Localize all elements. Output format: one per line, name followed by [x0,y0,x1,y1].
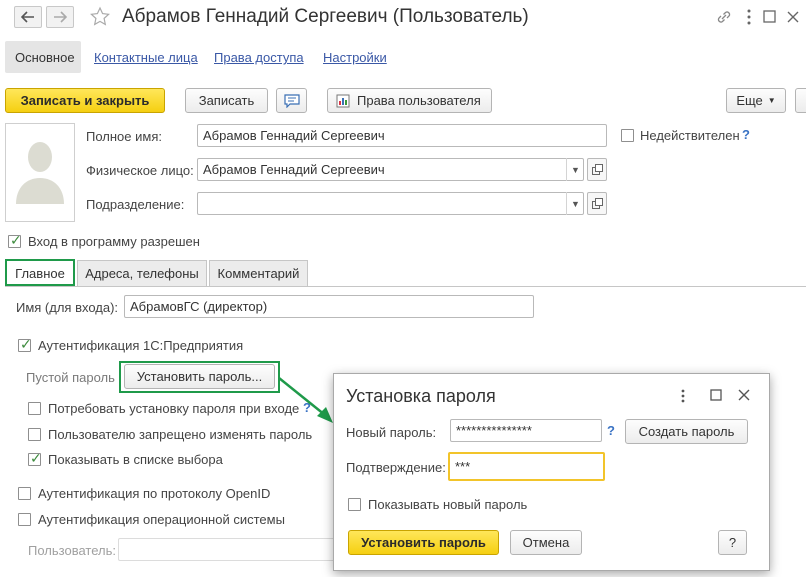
close-icon [787,11,799,23]
forward-button[interactable] [46,6,74,28]
os-user-input[interactable] [118,538,338,561]
arrow-right-icon [54,11,67,23]
favorite-button[interactable] [89,6,111,31]
show-password-label: Показывать новый пароль [368,497,528,512]
avatar[interactable] [5,123,75,222]
comment-button[interactable] [276,88,307,113]
section-main-label: Основное [15,50,75,65]
dialog-cancel-button[interactable]: Отмена [510,530,582,555]
person-value: Абрамов Геннадий Сергеевич [203,162,385,177]
login-allowed-checkbox[interactable]: ✓ [8,232,22,248]
link-button[interactable] [716,9,732,28]
require-password-checkbox[interactable] [28,402,41,415]
open-icon [591,164,603,175]
dialog-maximize-button[interactable] [710,389,723,405]
tab-addresses[interactable]: Адреса, телефоны [77,260,207,286]
open-icon [591,198,603,209]
arrow-left-icon [21,11,34,23]
full-name-label: Полное имя: [86,129,162,144]
person-label: Физическое лицо: [86,163,194,178]
star-icon [90,6,110,26]
dialog-menu-button[interactable] [680,388,686,407]
save-button[interactable]: Записать [185,88,268,113]
login-name-label: Имя (для входа): [16,300,119,315]
more-vertical-icon [681,389,685,403]
create-password-button[interactable]: Создать пароль [625,419,748,444]
section-contacts-link[interactable]: Контактные лица [94,50,198,65]
dialog-help-button[interactable]: ? [718,530,747,555]
user-rights-button[interactable]: Права пользователя [327,88,492,113]
link-icon [717,11,731,23]
inactive-help-icon[interactable]: ? [742,127,750,142]
login-name-input[interactable]: АбрамовГС (директор) [124,295,534,318]
tab-main-highlight [5,259,75,286]
confirm-input[interactable]: *** [448,452,605,481]
set-password-dialog: Установка пароля Новый пароль: *********… [333,373,770,571]
os-user-label: Пользователь: [28,543,116,558]
auth-1c-label: Аутентификация 1С:Предприятия [38,338,244,353]
confirm-label: Подтверждение: [346,460,446,475]
login-allowed-label: Вход в программу разрешен [28,234,200,249]
more-button[interactable]: Еще ▼ [726,88,786,113]
department-input[interactable] [197,192,584,215]
maximize-icon [763,10,776,23]
more-label: Еще [736,93,763,108]
person-input[interactable]: Абрамов Геннадий Сергеевич [197,158,584,181]
new-password-label: Новый пароль: [346,425,437,440]
new-password-help-icon[interactable]: ? [607,423,615,438]
openid-label: Аутентификация по протоколу OpenID [38,486,271,501]
more-vertical-icon [747,9,751,25]
maximize-button[interactable] [763,10,777,27]
person-dropdown-button[interactable]: ▼ [566,158,584,181]
auth-1c-checkbox[interactable]: ✓ [18,336,32,352]
inactive-checkbox[interactable] [621,129,634,142]
full-name-input[interactable]: Абрамов Геннадий Сергеевич [197,124,607,147]
os-auth-label: Аутентификация операционной системы [38,512,285,527]
user-silhouette-icon [16,142,64,204]
inactive-label: Недействителен [640,128,740,143]
section-access-link[interactable]: Права доступа [214,50,304,65]
check-icon: ✓ [30,450,42,466]
section-settings-link[interactable]: Настройки [323,50,387,65]
set-password-highlight [119,361,280,393]
back-button[interactable] [14,6,42,28]
openid-checkbox[interactable] [18,487,31,500]
show-in-list-label: Показывать в списке выбора [48,452,223,467]
dialog-set-password-button[interactable]: Установить пароль [348,530,499,555]
report-icon [336,94,350,107]
save-close-button[interactable]: Записать и закрыть [5,88,165,113]
require-password-label: Потребовать установку пароля при входе [48,401,300,416]
department-open-button[interactable] [587,192,607,215]
chevron-down-icon: ▼ [767,96,776,105]
more-menu-button[interactable] [745,8,753,29]
forbid-change-checkbox[interactable] [28,428,41,441]
close-icon [738,389,750,401]
close-button[interactable] [786,10,800,27]
dialog-close-button[interactable] [738,389,751,405]
maximize-icon [710,389,722,401]
message-icon [283,93,300,108]
person-open-button[interactable] [587,158,607,181]
os-auth-checkbox[interactable] [18,513,31,526]
show-password-checkbox[interactable] [348,498,361,511]
user-rights-label: Права пользователя [357,93,481,108]
empty-password-label: Пустой пароль [26,370,115,385]
dialog-title: Установка пароля [346,386,496,406]
check-icon: ✓ [10,232,22,248]
window-title: Абрамов Геннадий Сергеевич (Пользователь… [122,6,529,27]
section-main-tab[interactable]: Основное [5,41,81,73]
help-toolbar-button[interactable] [795,88,806,113]
new-password-input[interactable]: *************** [450,419,602,442]
forbid-change-label: Пользователю запрещено изменять пароль [48,427,313,442]
check-icon: ✓ [20,336,32,352]
show-in-list-checkbox[interactable]: ✓ [28,450,42,466]
tab-divider [5,286,806,287]
tab-comment[interactable]: Комментарий [209,260,308,286]
department-label: Подразделение: [86,197,185,212]
department-dropdown-button[interactable]: ▼ [566,192,584,215]
